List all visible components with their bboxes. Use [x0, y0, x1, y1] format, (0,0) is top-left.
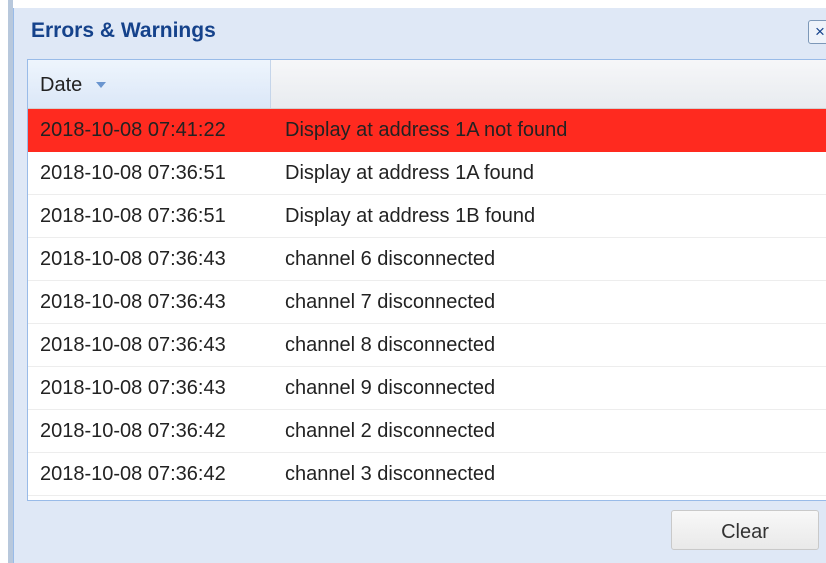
- row-message: channel 2 disconnected: [285, 420, 496, 442]
- row-message: channel 7 disconnected: [285, 291, 496, 313]
- table-row[interactable]: 2018-10-08 07:41:22 Display at address 1A…: [28, 109, 826, 152]
- row-date: 2018-10-08 07:36:42: [40, 420, 226, 442]
- table-row[interactable]: 2018-10-08 07:36:43 channel 6 disconnecte…: [28, 238, 826, 281]
- row-message: Display at address 1A not found: [285, 119, 568, 141]
- errors-grid: Date 2018-10-08 07:41:22 Display at addre…: [27, 59, 826, 501]
- row-date: 2018-10-08 07:36:43: [40, 377, 226, 399]
- table-row[interactable]: 2018-10-08 07:36:42 channel 2 disconnecte…: [28, 410, 826, 453]
- row-message: Display at address 1A found: [285, 162, 535, 184]
- table-row[interactable]: 2018-10-08 07:36:43 channel 9 disconnecte…: [28, 367, 826, 410]
- table-row[interactable]: 2018-10-08 07:36:51 Display at address 1B…: [28, 195, 826, 238]
- row-date: 2018-10-08 07:36:43: [40, 248, 226, 270]
- row-date: 2018-10-08 07:36:43: [40, 334, 226, 356]
- panel-title: Errors & Warnings: [31, 19, 216, 42]
- row-date: 2018-10-08 07:36:43: [40, 291, 226, 313]
- row-message: channel 9 disconnected: [285, 377, 496, 399]
- errors-warnings-panel: Errors & Warnings × Date 2018-10-08 07:4…: [13, 8, 826, 563]
- sort-descending-icon: [96, 82, 106, 88]
- table-row[interactable]: 2018-10-08 07:36:51 Display at address 1A…: [28, 152, 826, 195]
- column-header-date-label: Date: [40, 74, 83, 96]
- panel-header: Errors & Warnings ×: [14, 8, 826, 52]
- row-date: 2018-10-08 07:36:51: [40, 205, 226, 227]
- grid-header: Date: [28, 60, 826, 109]
- table-row[interactable]: 2018-10-08 07:36:43 channel 8 disconnecte…: [28, 324, 826, 367]
- clear-button[interactable]: Clear: [671, 510, 819, 550]
- row-message: Display at address 1B found: [285, 205, 536, 227]
- close-icon[interactable]: ×: [808, 20, 826, 44]
- row-date: 2018-10-08 07:36:51: [40, 162, 226, 184]
- row-message: channel 8 disconnected: [285, 334, 496, 356]
- table-row[interactable]: 2018-10-08 07:36:43 channel 7 disconnecte…: [28, 281, 826, 324]
- row-message: channel 3 disconnected: [285, 463, 496, 485]
- grid-body: 2018-10-08 07:41:22 Display at address 1A…: [28, 109, 826, 496]
- row-message: channel 6 disconnected: [285, 248, 496, 270]
- table-row[interactable]: 2018-10-08 07:36:42 channel 3 disconnecte…: [28, 453, 826, 496]
- column-header-message[interactable]: [271, 60, 826, 108]
- row-date: 2018-10-08 07:41:22: [40, 119, 226, 141]
- column-header-date[interactable]: Date: [28, 60, 271, 108]
- row-date: 2018-10-08 07:36:42: [40, 463, 226, 485]
